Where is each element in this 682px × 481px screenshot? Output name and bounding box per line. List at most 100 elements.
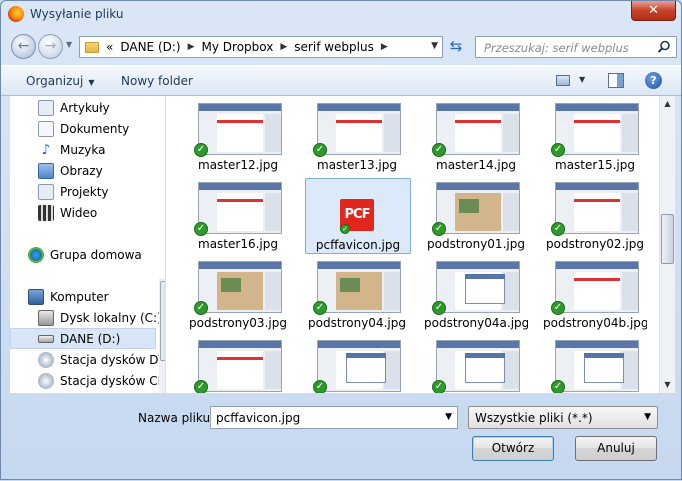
sidebar-item-muzyka[interactable]: ♪ Muzyka	[38, 139, 165, 160]
breadcrumb-label: My Dropbox	[201, 40, 274, 54]
sidebar-item-komputer[interactable]: Komputer	[28, 286, 165, 307]
file-item[interactable]: ✓ podstrony04.jpg	[305, 257, 411, 333]
address-dropdown-icon[interactable]: ▼	[431, 41, 438, 51]
help-icon[interactable]: ?	[645, 72, 662, 89]
sync-check-icon: ✓	[551, 222, 565, 236]
sync-check-icon: ✓	[340, 224, 350, 234]
file-thumbnail	[198, 103, 282, 155]
sidebar-item-wideo[interactable]: Wideo	[38, 202, 165, 223]
file-name: podstrony04.jpg	[308, 316, 406, 330]
file-item[interactable]: ✓ podstrony04b.jpg	[543, 257, 649, 333]
scroll-down-icon[interactable]: ▼	[660, 377, 675, 393]
breadcrumb-my-dropbox[interactable]: My Dropbox ▶	[202, 40, 288, 54]
sync-check-icon: ✓	[551, 301, 565, 315]
recent-pages-dropdown[interactable]: ▼	[66, 40, 76, 52]
scroll-up-icon[interactable]: ▲	[660, 96, 675, 112]
command-toolbar: Organizuj ▼ Nowy folder ▼ ?	[1, 65, 681, 96]
sidebar-item-artykuly[interactable]: Artykuły	[38, 97, 165, 118]
scrollbar-thumb[interactable]	[661, 214, 674, 264]
file-thumbnail	[436, 340, 520, 392]
file-item[interactable]: ✓ master16.jpg	[186, 178, 292, 254]
chevron-right-icon[interactable]: ▶	[188, 42, 195, 52]
sidebar-item-cd-f[interactable]: Stacja dysków CD (F:)	[38, 370, 165, 391]
organize-menu[interactable]: Organizuj ▼	[26, 74, 94, 88]
open-button[interactable]: Otwórz	[472, 436, 554, 461]
sync-check-icon: ✓	[194, 222, 208, 236]
refresh-icon[interactable]: ⇆	[445, 36, 467, 58]
address-bar[interactable]: « DANE (D:) ▶ My Dropbox ▶ serif webplus ▶ …	[79, 36, 443, 58]
new-folder-button[interactable]: Nowy folder	[121, 74, 193, 88]
file-name: pcffavicon.jpg	[315, 238, 401, 252]
cancel-button[interactable]: Anuluj	[575, 436, 657, 461]
sidebar-item-dysk-c[interactable]: Dysk lokalny (C:)	[38, 307, 165, 328]
change-view-icon[interactable]	[556, 75, 570, 86]
chevron-right-icon[interactable]: ▶	[381, 42, 388, 52]
view-options-dropdown[interactable]: ▼	[579, 75, 585, 84]
music-icon: ♪	[41, 141, 51, 158]
filename-input[interactable]: pcffavicon.jpg ▼	[210, 406, 458, 429]
forward-button[interactable]: →	[38, 34, 63, 59]
preview-pane-icon[interactable]	[608, 73, 624, 88]
sync-check-icon: ✓	[551, 143, 565, 157]
file-item[interactable]: ✓ podstrony03.jpg	[186, 257, 292, 333]
breadcrumb-overflow[interactable]: «	[106, 40, 113, 54]
sidebar-item-dvd-e[interactable]: Stacja dysków DVD RW (E:)	[38, 349, 165, 370]
file-list-scrollbar[interactable]: ▲ ▼	[659, 96, 675, 393]
computer-icon	[28, 288, 44, 305]
file-thumbnail	[436, 103, 520, 155]
file-thumbnail	[317, 261, 401, 313]
file-name: master14.jpg	[436, 158, 516, 172]
file-item[interactable]: ✓ master15.jpg	[543, 99, 649, 175]
file-item[interactable]: ✓podstrony06.jpg	[305, 336, 411, 393]
search-icon[interactable]	[657, 40, 671, 54]
file-item[interactable]: ✓ podstrony02.jpg	[543, 178, 649, 254]
file-item[interactable]: ✓ master13.jpg	[305, 99, 411, 175]
filename-dropdown-icon[interactable]: ▼	[445, 412, 452, 422]
breadcrumb-label: serif webplus	[294, 40, 374, 54]
file-item[interactable]: ✓podstrony08.jpg	[543, 336, 649, 393]
file-name: podstrony04b.jpg	[543, 316, 647, 330]
library-icon	[38, 99, 54, 116]
search-input[interactable]: Przeszukaj: serif webplus	[484, 41, 629, 55]
back-button[interactable]: ←	[11, 34, 36, 59]
search-box[interactable]: Przeszukaj: serif webplus	[475, 36, 677, 58]
file-item[interactable]: ✓podstrony07.jpg	[424, 336, 530, 393]
organize-label: Organizuj	[26, 74, 84, 88]
file-name: master13.jpg	[317, 158, 397, 172]
filename-label: Nazwa pliku:	[138, 411, 215, 425]
file-thumbnail	[555, 182, 639, 234]
sidebar-item-grupa-domowa[interactable]: Grupa domowa	[28, 244, 165, 265]
chevron-right-icon[interactable]: ▶	[280, 42, 287, 52]
file-upload-dialog: Wysyłanie pliku ✕ ← → ▼ « DANE (D:) ▶ My …	[0, 0, 682, 480]
breadcrumb-serif-webplus[interactable]: serif webplus ▶	[294, 40, 388, 54]
file-item[interactable]: ✓ podstrony01.jpg	[424, 178, 530, 254]
sidebar-item-dokumenty[interactable]: Dokumenty	[38, 118, 165, 139]
sidebar-item-dane-d[interactable]: DANE (D:)	[10, 328, 156, 349]
title-bar: Wysyłanie pliku ✕	[1, 1, 681, 29]
sidebar-item-obrazy[interactable]: Obrazy	[38, 160, 165, 181]
file-item[interactable]: ✓ podstrony04a.jpg	[424, 257, 530, 333]
folder-icon	[85, 41, 99, 53]
breadcrumb-label: DANE (D:)	[120, 40, 181, 54]
navigation-pane: Artykuły Dokumenty ♪ Muzyka Obrazy Projek…	[10, 96, 165, 393]
breadcrumb-dane[interactable]: DANE (D:) ▶	[120, 40, 194, 54]
file-item[interactable]: ✓ master14.jpg	[424, 99, 530, 175]
file-name: master16.jpg	[198, 237, 278, 251]
sync-check-icon: ✓	[432, 222, 446, 236]
sidebar-item-label: Grupa domowa	[50, 247, 142, 262]
file-item[interactable]: PCF ✓ pcffavicon.jpg	[305, 178, 411, 254]
file-type-select[interactable]: Wszystkie pliki (*.*) ▼	[468, 406, 658, 429]
sidebar-item-label: Obrazy	[60, 163, 103, 178]
sync-check-icon: ✓	[313, 301, 327, 315]
file-thumbnail	[198, 182, 282, 234]
sidebar-item-projekty[interactable]: Projekty	[38, 181, 165, 202]
file-thumbnail	[436, 261, 520, 313]
dialog-footer: Nazwa pliku: pcffavicon.jpg ▼ Wszystkie …	[1, 393, 681, 481]
sync-check-icon: ✓	[313, 143, 327, 157]
file-item[interactable]: ✓podstrony05.jpg	[186, 336, 292, 393]
dvd-icon	[38, 351, 54, 368]
file-item[interactable]: ✓ master12.jpg	[186, 99, 292, 175]
file-name: master15.jpg	[555, 158, 635, 172]
sidebar-item-label: DANE (D:)	[60, 331, 121, 346]
close-button[interactable]: ✕	[631, 1, 676, 21]
